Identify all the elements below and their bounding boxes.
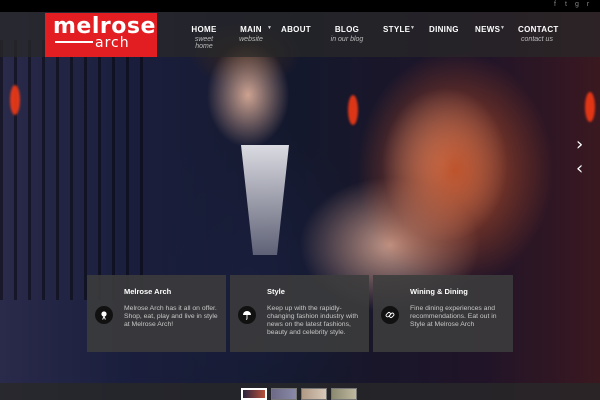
umbrella-icon <box>238 306 256 324</box>
link-icon <box>381 306 399 324</box>
chevron-down-icon: ▼ <box>500 25 505 31</box>
nav-sub: sweet home <box>194 36 214 50</box>
twitter-icon[interactable]: t <box>562 1 570 9</box>
hero-railing <box>0 40 150 300</box>
slider-next-arrow[interactable]: › <box>576 136 588 154</box>
social-links: f t g r <box>551 1 592 9</box>
nav-item-about[interactable]: ABOUT <box>281 12 311 57</box>
feature-text: Fine dining experiences and recommendati… <box>410 305 497 328</box>
nav-item-style[interactable]: STYLE ▼ <box>383 12 415 57</box>
nav-sub: website <box>239 36 263 43</box>
nav-label: DINING <box>429 25 459 34</box>
nav-item-home[interactable]: HOME sweet home <box>188 12 220 57</box>
nav-item-main[interactable]: MAIN website ▼ <box>236 12 272 57</box>
thumbnail-4[interactable] <box>331 388 357 400</box>
feature-box-wining-dining[interactable]: Wining & Dining Fine dining experiences … <box>373 275 513 352</box>
nav-label: HOME <box>191 25 217 34</box>
feature-box-style[interactable]: Style Keep up with the rapidly-changing … <box>230 275 369 352</box>
slider-prev-arrow[interactable]: ‹ <box>576 160 588 178</box>
nav-label: MAIN <box>240 25 262 34</box>
nav-sub: contact us <box>521 36 553 43</box>
thumbnail-2[interactable] <box>271 388 297 400</box>
nav-sub: in our blog <box>330 36 364 43</box>
feature-text: Keep up with the rapidly-changing fashio… <box>267 305 359 336</box>
feature-title: Style <box>267 287 285 296</box>
thumbnail-1[interactable] <box>241 388 267 400</box>
main-nav: HOME sweet home MAIN website ▼ ABOUT BLO… <box>0 12 600 57</box>
chevron-down-icon: ▼ <box>267 25 272 31</box>
nav-item-blog[interactable]: BLOG in our blog <box>327 12 367 57</box>
feature-title: Melrose Arch <box>124 287 172 296</box>
hero-light <box>10 85 20 115</box>
hero-shirt <box>241 145 289 255</box>
top-bar: f t g r <box>0 0 600 12</box>
nav-label: BLOG <box>334 25 360 34</box>
slider-thumbnails <box>0 383 600 400</box>
nav-label: NEWS <box>475 25 501 34</box>
chevron-down-icon: ▼ <box>410 25 415 31</box>
facebook-icon[interactable]: f <box>551 1 559 9</box>
nav-item-contact[interactable]: CONTACT contact us <box>518 12 559 57</box>
feature-box-melrose-arch[interactable]: Melrose Arch Melrose Arch has it all on … <box>87 275 226 352</box>
rss-icon[interactable]: r <box>584 1 592 9</box>
hero-light <box>348 95 358 125</box>
nav-item-news[interactable]: NEWS ▼ <box>475 12 505 57</box>
feature-text: Melrose Arch has it all on offer. Shop, … <box>124 305 218 328</box>
thumbnail-3[interactable] <box>301 388 327 400</box>
nav-item-dining[interactable]: DINING <box>429 12 459 57</box>
feature-title: Wining & Dining <box>410 287 468 296</box>
hero-light <box>585 92 595 122</box>
nav-label: ABOUT <box>281 25 311 34</box>
nav-label: STYLE <box>383 25 411 34</box>
gplus-icon[interactable]: g <box>573 1 581 9</box>
nav-label: CONTACT <box>518 25 559 34</box>
pin-icon <box>95 306 113 324</box>
